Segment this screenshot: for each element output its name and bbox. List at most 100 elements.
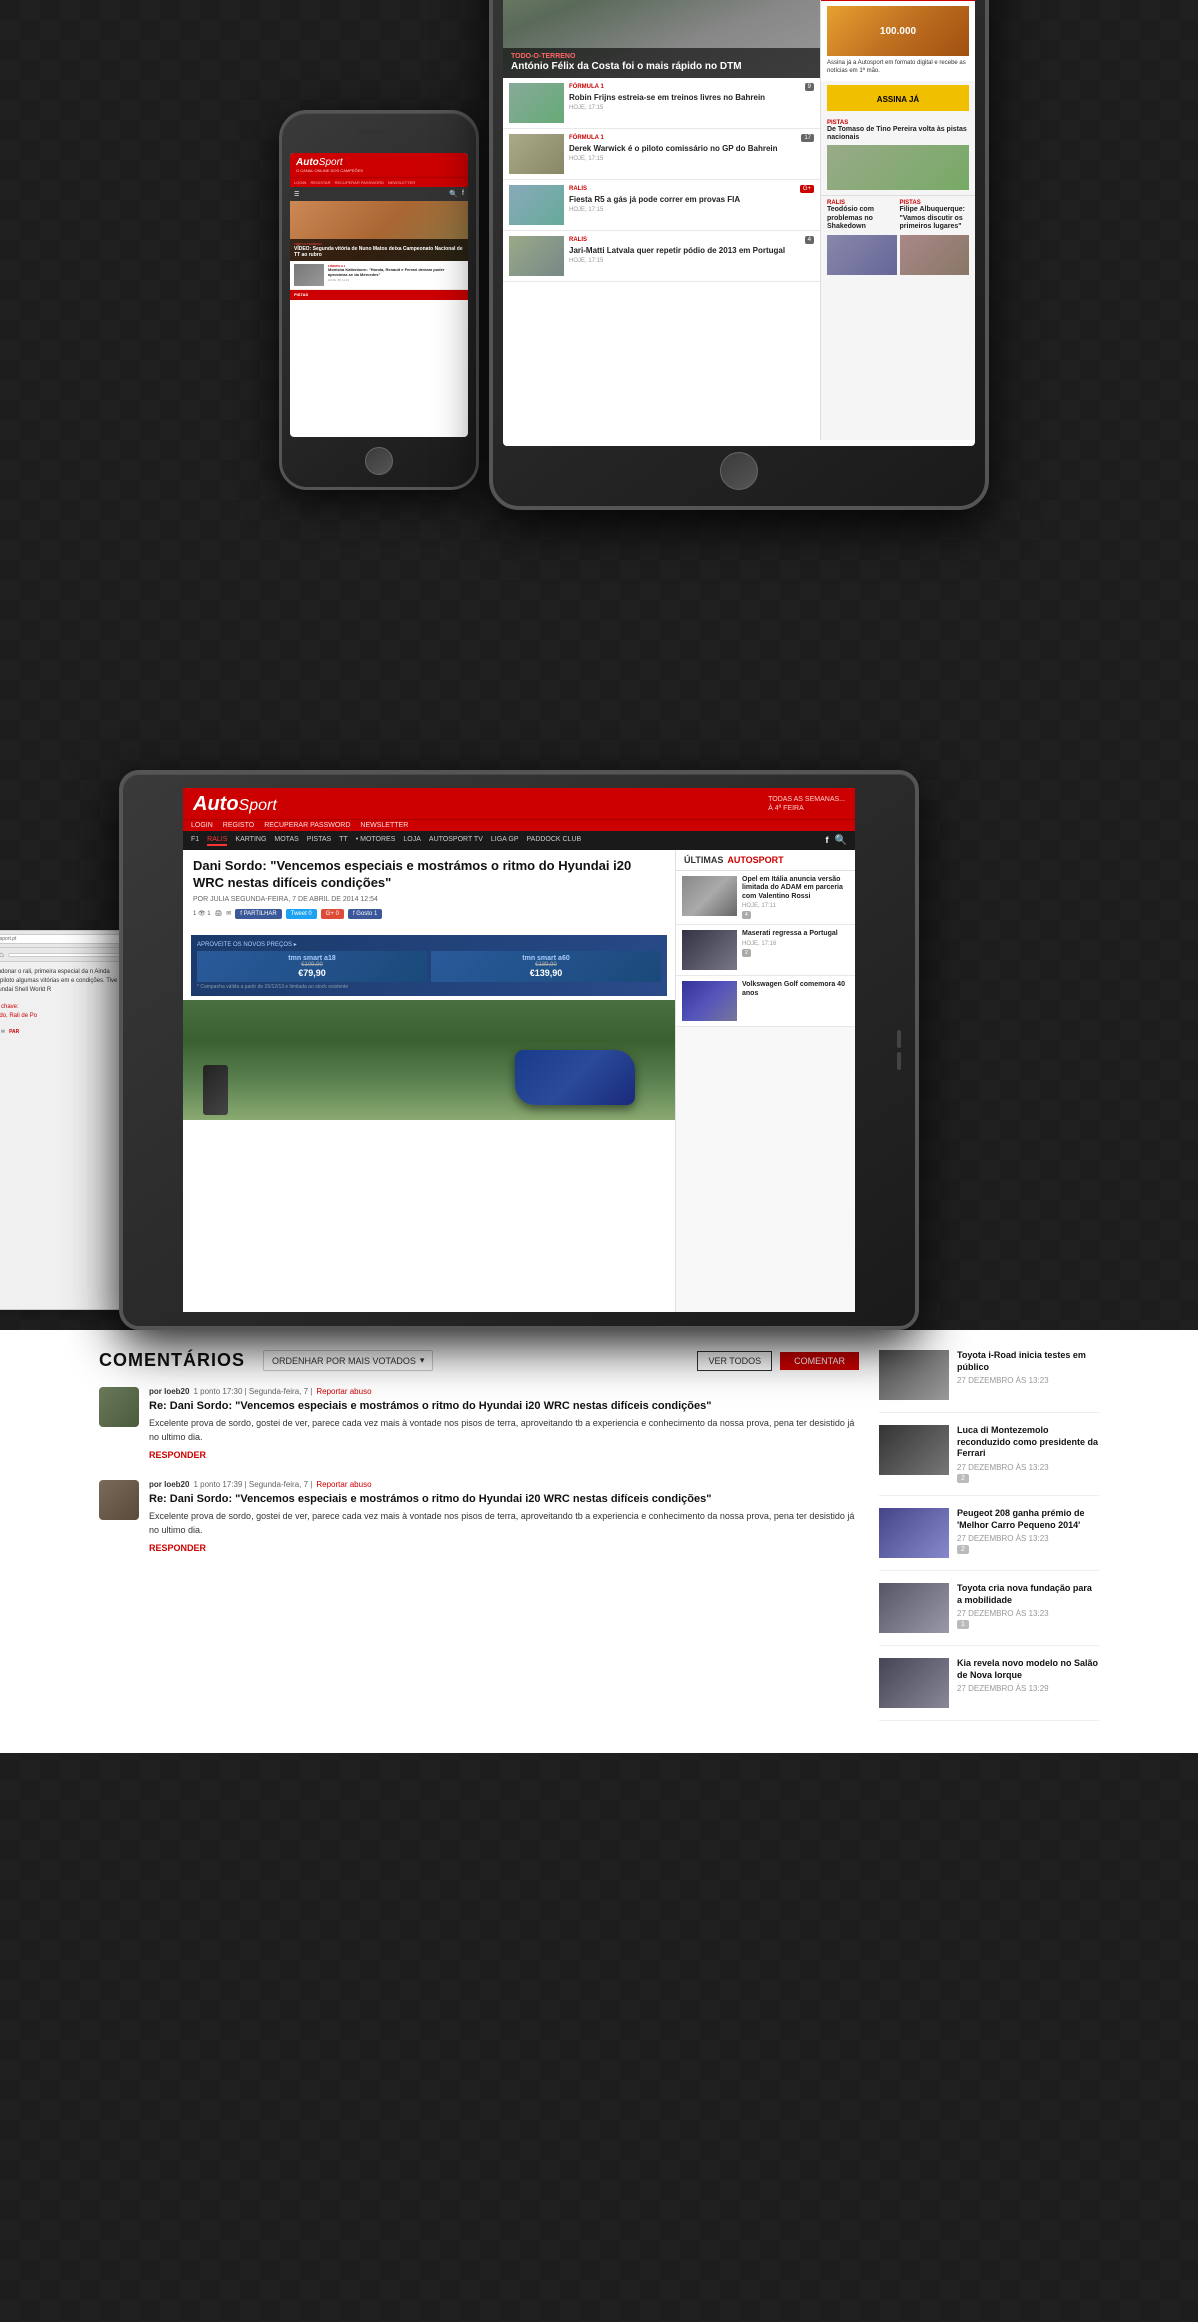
tp-hero: TODO-O-TERRENO António Félix da Costa fo… xyxy=(503,0,820,78)
tl-google-share[interactable]: G+ 0 xyxy=(321,909,344,919)
tl-menu-loja[interactable]: LOJA xyxy=(403,836,421,846)
browser-search-bar[interactable] xyxy=(8,953,129,957)
tp-article-0: FÓRMULA 1 9 Robin Frijns estreia-se em t… xyxy=(503,78,820,129)
phone-logo: AutoSport xyxy=(296,157,462,168)
tl-facebook-icon[interactable]: f xyxy=(826,835,829,846)
tl-menu-liga-gp[interactable]: LIGA GP xyxy=(491,836,519,846)
tl-promo-inner: tmn smart a18 €109,90 €79,90 tmn smart a… xyxy=(197,951,661,982)
tp-body: TODO-O-TERRENO António Félix da Costa fo… xyxy=(503,0,975,440)
comment-content-1: por loeb20 1 ponto 17:39 | Segunda-feira… xyxy=(149,1480,859,1553)
tl-menu-tt[interactable]: TT xyxy=(339,836,348,846)
tp-sidebar-article-1: PISTAS De Tomaso de Tino Pereira volta à… xyxy=(821,115,975,197)
tp-article-title-0[interactable]: Robin Frijns estreia-se em treinos livre… xyxy=(569,93,814,103)
comment-reply-1[interactable]: RESPONDER xyxy=(149,1543,859,1553)
sidebar-news-title-1[interactable]: Luca di Montezemolo reconduzido como pre… xyxy=(957,1425,1099,1460)
sidebar-news-title-3[interactable]: Toyota cria nova fundação para a mobilid… xyxy=(957,1583,1099,1606)
sidebar-news-content-3: Toyota cria nova fundação para a mobilid… xyxy=(957,1583,1099,1633)
comment-meta-1: por loeb20 1 ponto 17:39 | Segunda-feira… xyxy=(149,1480,859,1489)
sidebar-news-date-1: 27 DEZEMBRO ÀS 13:23 xyxy=(957,1463,1099,1472)
sidebar-news-content-4: Kia revela novo modelo no Salão de Nova … xyxy=(957,1658,1099,1708)
tl-fb-like[interactable]: f Gosto 1 xyxy=(348,909,382,919)
phone-speaker xyxy=(359,129,399,134)
phone-hero-title[interactable]: VÍDEO: Segunda vitória de Nuno Matos dei… xyxy=(294,246,464,258)
tl-menu-pistas[interactable]: PISTAS xyxy=(307,836,331,846)
phone-device: AutoSport O CANAL ONLINE DOS CAMPEÕES LO… xyxy=(279,110,479,490)
tp-sidebar: PADDOCK CLUB CONTEÚDOS EXCLUSIVOS PARA M… xyxy=(820,0,975,440)
tl-menu-motas[interactable]: MOTAS xyxy=(274,836,298,846)
tp-sidebar-articles-row: RALIS Teodósio com problemas no Shakedow… xyxy=(821,196,975,278)
comment-item-1: por loeb20 1 ponto 17:39 | Segunda-feira… xyxy=(99,1480,859,1553)
tl-menu-items: F1 RALIS KARTING MOTAS PISTAS TT • MOTOR… xyxy=(191,836,818,846)
tp-article-count-3: 4 xyxy=(805,236,814,244)
tl-facebook-share[interactable]: f PARTILHAR xyxy=(235,909,281,919)
browser-address-bar[interactable]: autosport.pt xyxy=(0,934,129,944)
comment-report-0[interactable]: Reportar abuso xyxy=(316,1387,371,1396)
phone-search-icon[interactable]: 🔍 xyxy=(449,190,458,198)
sidebar-news-date-2: 27 DEZEMBRO ÀS 13:23 xyxy=(957,1534,1099,1543)
tp-article-cat-0: FÓRMULA 1 xyxy=(569,84,604,90)
phone-article-title-1[interactable]: Monisha Kaltenborn: "Honda, Renault e Fe… xyxy=(328,268,464,278)
tl-side-buttons xyxy=(897,1030,901,1070)
tl-sidebar-article-date-0: HOJE, 17:11 xyxy=(742,903,849,909)
sidebar-news-title-4[interactable]: Kia revela novo modelo no Salão de Nova … xyxy=(957,1658,1099,1681)
tl-email-icon[interactable]: ✉ xyxy=(226,910,231,917)
tl-sidebar-article-1: Maserati regressa a Portugal HOJE, 17:16… xyxy=(676,925,855,976)
tl-menu-ralis[interactable]: RALIS xyxy=(207,836,227,846)
tablet-landscape: AutoSport TODAS AS SEMANAS... À 4ª FEIRA… xyxy=(119,770,919,1330)
browser-home-btn[interactable]: ⌂ xyxy=(0,950,4,959)
tl-sidebar-article-title-0[interactable]: Opel em Itália anuncia versão limitada d… xyxy=(742,876,849,901)
comment-content-0: por loeb20 1 ponto 17:30 | Segunda-feira… xyxy=(149,1387,859,1460)
comment-reply-0[interactable]: RESPONDER xyxy=(149,1450,859,1460)
tp-article-title-2[interactable]: Fiesta R5 a gás já pode correr em provas… xyxy=(569,195,814,205)
tl-sidebar-article-title-1[interactable]: Maserati regressa a Portugal xyxy=(742,930,849,938)
sidebar-news-title-0[interactable]: Toyota i-Road inicia testes em público xyxy=(957,1350,1099,1373)
tl-sidebar-article-img-2 xyxy=(682,981,737,1021)
tl-menu-paddock-club[interactable]: PADDOCK CLUB xyxy=(527,836,582,846)
tp-article-date-2: HOJE, 17:15 xyxy=(569,207,814,213)
phone-hamburger-icon[interactable]: ☰ xyxy=(294,191,299,198)
phone-pistas-bar: PISTAS xyxy=(290,290,468,300)
sidebar-news-title-2[interactable]: Peugeot 208 ganha prémio de 'Melhor Carr… xyxy=(957,1508,1099,1531)
tp-sidebar-title-1[interactable]: De Tomaso de Tino Pereira volta às pista… xyxy=(827,126,969,143)
tl-sidebar-article-title-2[interactable]: Volkswagen Golf comemora 40 anos xyxy=(742,981,849,998)
tl-sidebar-article-content-2: Volkswagen Golf comemora 40 anos xyxy=(742,981,849,1021)
comment-author-1: por loeb20 xyxy=(149,1480,189,1489)
ver-todos-button[interactable]: VER TODOS xyxy=(697,1351,772,1371)
tl-print-icon[interactable]: 🖨 xyxy=(215,910,223,917)
page-wrapper: AutoSport O CANAL ONLINE DOS CAMPEÕES LO… xyxy=(0,0,1198,1783)
phone-home-button[interactable] xyxy=(365,447,393,475)
tl-menu-f1[interactable]: F1 xyxy=(191,836,199,846)
tl-menu-karting[interactable]: KARTING xyxy=(235,836,266,846)
tl-sidebar-right: ÚLTIMAS AUTOSPORT Opel em Itália anuncia… xyxy=(675,850,855,1312)
tl-promo-item-2[interactable]: tmn smart a60 €189,90 €139,90 xyxy=(431,951,661,982)
comment-report-1[interactable]: Reportar abuso xyxy=(316,1480,371,1489)
comments-header: COMENTÁRIOS ORDENHAR POR MAIS VOTADOS ▾ … xyxy=(99,1350,859,1371)
tablet-portrait-home-button[interactable] xyxy=(720,452,758,490)
tp-article-title-3[interactable]: Jari-Matti Latvala quer repetir pódio de… xyxy=(569,246,814,256)
comments-sort-dropdown[interactable]: ORDENHAR POR MAIS VOTADOS ▾ xyxy=(263,1350,433,1371)
tl-article-car xyxy=(515,1050,635,1105)
tl-menu-motores[interactable]: • MOTORES xyxy=(356,836,396,846)
tl-sidebar-counts-0: 4 xyxy=(742,911,849,919)
tl-article-byline: POR JULIA SEGUNDA-FEIRA, 7 DE ABRIL DE 2… xyxy=(193,896,665,903)
tp-hero-title[interactable]: António Félix da Costa foi o mais rápido… xyxy=(511,60,812,73)
tl-article-main: Dani Sordo: "Vencemos especiais e mostrá… xyxy=(183,850,675,1312)
sidebar-news-item-1: Luca di Montezemolo reconduzido como pre… xyxy=(879,1425,1099,1496)
tl-search-icon[interactable]: 🔍 xyxy=(835,835,847,846)
tl-menu-autosport-tv[interactable]: AUTOSPORT TV xyxy=(429,836,483,846)
tl-share-count: 1 👁 1 xyxy=(193,910,211,917)
comment-avatar-0 xyxy=(99,1387,139,1427)
tl-sidebar-article-img-0 xyxy=(682,876,737,916)
tp-main: TODO-O-TERRENO António Félix da Costa fo… xyxy=(503,0,820,440)
comentar-button[interactable]: COMENTAR xyxy=(780,1352,859,1370)
tl-promo-item-1[interactable]: tmn smart a18 €109,90 €79,90 xyxy=(197,951,427,982)
browser-titlebar: autosport.pt xyxy=(0,931,133,948)
browser-window: autosport.pt ◀ ▶ ↻ ⌂ que abandonar o ral… xyxy=(0,930,134,1310)
tp-article-title-1[interactable]: Derek Warwick é o piloto comissário no G… xyxy=(569,144,814,154)
phone-facebook-icon[interactable]: f xyxy=(462,190,464,198)
sidebar-news-counts-2: 2 xyxy=(957,1545,1099,1554)
sidebar-news-img-0 xyxy=(879,1350,949,1400)
tl-twitter-share[interactable]: Tweet 0 xyxy=(286,909,317,919)
tp-article-cat-1: FÓRMULA 1 xyxy=(569,135,604,141)
tp-assina-button[interactable]: ASSINA JÁ xyxy=(827,85,969,111)
